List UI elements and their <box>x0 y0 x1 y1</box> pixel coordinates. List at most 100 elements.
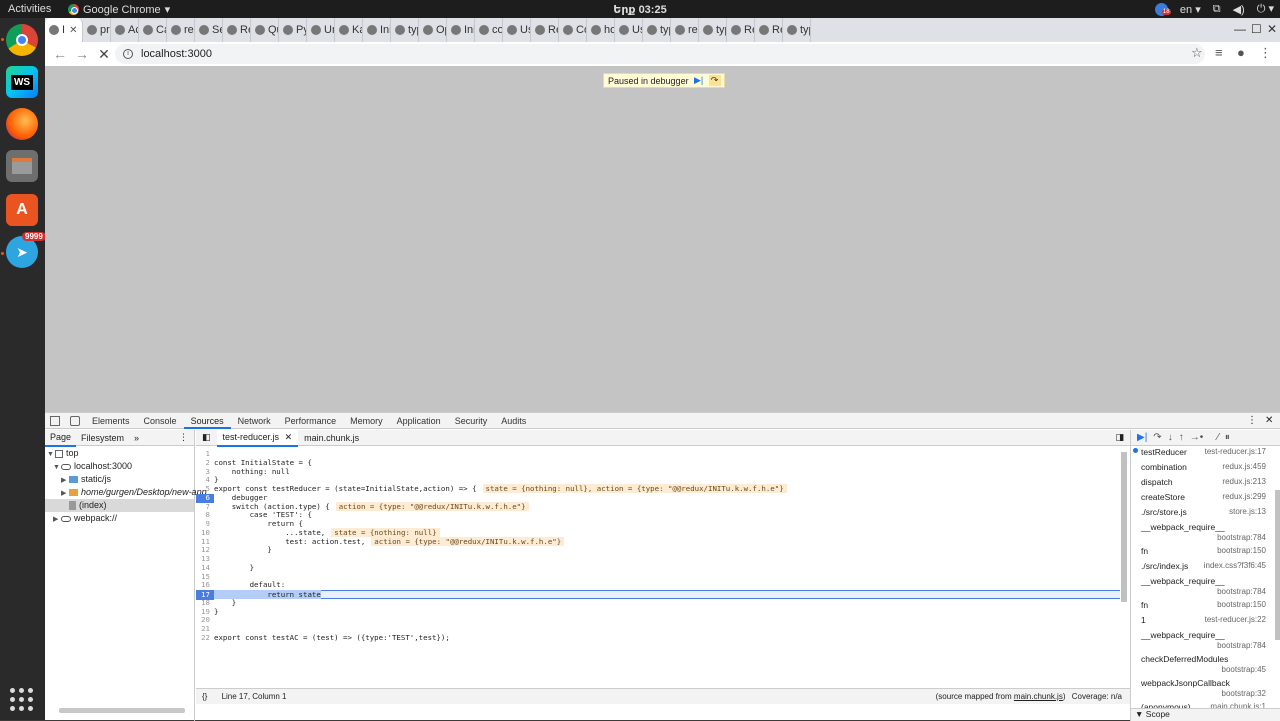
call-frame-location[interactable]: bootstrap:150 <box>1217 600 1266 609</box>
code-line[interactable]: 16 default: <box>196 580 1120 590</box>
close-tab-icon[interactable]: ✕ <box>285 432 293 442</box>
code-line[interactable]: 22 export const testAC = (test) => ({type… <box>196 633 1120 643</box>
browser-tab[interactable]: con <box>475 18 503 42</box>
call-frame[interactable]: ./src/store.js store.js:13 <box>1131 506 1280 521</box>
deactivate-breakpoints-icon[interactable]: ⁄ <box>1217 432 1219 443</box>
call-frame-location[interactable]: bootstrap:784 <box>1217 587 1266 596</box>
browser-tab[interactable]: Red <box>727 18 755 42</box>
devtools-tab-elements[interactable]: Elements <box>85 413 137 429</box>
code-line[interactable]: 12 } <box>196 545 1120 555</box>
browser-tab[interactable]: typ <box>783 18 811 42</box>
browser-tab[interactable]: Red <box>531 18 559 42</box>
volume-icon[interactable]: ◀) <box>1233 3 1245 16</box>
telegram-icon[interactable]: ➤ 9999 <box>6 232 46 268</box>
call-frame[interactable]: dispatch redux.js:213 <box>1131 476 1280 491</box>
tree-item-static-js[interactable]: ▶ static/js <box>45 473 194 486</box>
call-frame[interactable]: testReducer test-reducer.js:17 <box>1131 446 1280 461</box>
browser-tab[interactable]: Red <box>755 18 783 42</box>
code-line[interactable]: 11 test: action.test, action = {type: "@@… <box>196 536 1120 547</box>
files-icon[interactable] <box>6 150 38 182</box>
resume-script-icon[interactable]: ▶| <box>1137 432 1147 443</box>
source-mapped-link[interactable]: main.chunk.js <box>1014 692 1063 701</box>
forward-button[interactable]: → <box>71 46 93 62</box>
call-frame-location[interactable]: bootstrap:784 <box>1217 533 1266 542</box>
devtools-tab-memory[interactable]: Memory <box>343 413 390 429</box>
code-line[interactable]: 5 export const testReducer = (state=Initi… <box>196 484 1120 494</box>
sidebar-scrollbar[interactable] <box>1275 490 1280 640</box>
call-frame-location[interactable]: test-reducer.js:17 <box>1205 447 1266 456</box>
call-frame[interactable]: checkDeferredModules bootstrap:45 <box>1131 653 1280 677</box>
call-frame[interactable]: combination redux.js:459 <box>1131 461 1280 476</box>
code-line[interactable]: 17 return state <box>196 590 1120 600</box>
code-line[interactable]: 18 } <box>196 598 1120 608</box>
devtools-tab-application[interactable]: Application <box>390 413 448 429</box>
line-number[interactable]: 22 <box>196 633 214 643</box>
call-frame-location[interactable]: bootstrap:784 <box>1217 641 1266 650</box>
call-frame-location[interactable]: bootstrap:32 <box>1222 689 1266 698</box>
browser-tab[interactable]: Init <box>447 18 475 42</box>
code-line[interactable]: 14 } <box>196 563 1120 573</box>
media-control-icon[interactable]: ≡ <box>1215 45 1223 60</box>
code-line[interactable]: 3 nothing: null <box>196 467 1120 477</box>
call-frame-location[interactable]: index.css?f3f6:45 <box>1204 561 1266 570</box>
call-frame[interactable]: __webpack_require__ bootstrap:784 <box>1131 575 1280 599</box>
pretty-print-icon[interactable]: {} <box>196 692 213 701</box>
power-icon[interactable]: ⏻ ▾ <box>1257 2 1274 16</box>
step-over-icon[interactable]: ↷ <box>1153 432 1161 443</box>
clock[interactable]: Երք 03:25 <box>613 3 666 16</box>
step-over-button[interactable]: ↷ <box>708 75 721 86</box>
code-lines[interactable]: 1 2 const InitialState = {3 nothing: null 4… <box>196 447 1130 705</box>
profile-avatar-icon[interactable]: ● <box>1237 45 1245 60</box>
tree-item-top[interactable]: ▼ top <box>45 447 194 460</box>
tree-item-local-folder[interactable]: ▶ home/gurgen/Desktop/new-app <box>45 486 207 499</box>
tree-item-origin[interactable]: ▼ localhost:3000 <box>45 460 194 473</box>
code-line[interactable]: 1 <box>196 449 1120 459</box>
software-center-icon[interactable]: A <box>6 194 38 226</box>
inspect-element-icon[interactable] <box>50 415 60 426</box>
file-tab-test-reducer[interactable]: test-reducer.js ✕ <box>216 428 299 447</box>
bookmark-star-icon[interactable]: ☆ <box>1191 45 1203 61</box>
notification-icon[interactable]: 18 <box>1154 2 1171 16</box>
system-tray[interactable]: 18 en ▾ ⧉ ◀) ⏻ ▾ <box>1154 2 1274 16</box>
chrome-menu-icon[interactable]: ⋮ <box>1259 45 1272 61</box>
browser-tab[interactable]: typ <box>699 18 727 42</box>
call-frame[interactable]: __webpack_require__ bootstrap:784 <box>1131 521 1280 545</box>
toggle-navigator-icon[interactable]: ◧ <box>196 432 217 443</box>
browser-tab[interactable]: Red <box>223 18 251 42</box>
browser-tab[interactable]: Set <box>195 18 223 42</box>
line-number[interactable]: 5 <box>196 484 214 494</box>
call-frame[interactable]: createStore redux.js:299 <box>1131 491 1280 506</box>
browser-tab[interactable]: Use <box>503 18 531 42</box>
stop-loading-button[interactable]: ✕ <box>93 46 115 63</box>
call-frame[interactable]: fn bootstrap:150 <box>1131 545 1280 560</box>
close-window-icon[interactable]: ✕ <box>1267 22 1277 36</box>
line-number[interactable]: 8 <box>196 510 214 520</box>
devtools-tab-console[interactable]: Console <box>137 413 184 429</box>
tab-filesystem[interactable]: Filesystem <box>76 430 129 446</box>
call-frame[interactable]: fn bootstrap:150 <box>1131 599 1280 614</box>
line-number[interactable]: 16 <box>196 580 214 590</box>
code-line[interactable]: 6 debugger <box>196 493 1120 503</box>
line-number[interactable]: 4 <box>196 475 214 485</box>
tree-item-index[interactable]: (index) <box>45 499 194 512</box>
devtools-menu-icon[interactable]: ⋮ <box>1247 415 1257 426</box>
devtools-tab-security[interactable]: Security <box>448 413 495 429</box>
toggle-debugger-icon[interactable]: ◨ <box>1115 432 1130 443</box>
code-line[interactable]: 2 const InitialState = { <box>196 458 1120 468</box>
call-frame[interactable]: webpackJsonpCallback bootstrap:32 <box>1131 677 1280 701</box>
breakpoint-line-number[interactable]: 6 <box>196 493 214 503</box>
devtools-tab-audits[interactable]: Audits <box>494 413 533 429</box>
code-line[interactable]: 8 case 'TEST': { <box>196 510 1120 520</box>
resume-button[interactable]: ▶| <box>693 75 705 86</box>
call-frame-location[interactable]: bootstrap:45 <box>1222 665 1266 674</box>
code-line[interactable]: 7 switch (action.type) {action = {type: … <box>196 501 1120 512</box>
devtools-tab-performance[interactable]: Performance <box>278 413 344 429</box>
file-tab-main-chunk[interactable]: main.chunk.js <box>298 430 365 446</box>
step-into-icon[interactable]: ↓ <box>1168 432 1173 443</box>
call-frame[interactable]: 1 test-reducer.js:22 <box>1131 614 1280 629</box>
navigator-scrollbar[interactable] <box>59 708 185 713</box>
editor-scrollbar[interactable] <box>1121 452 1127 602</box>
line-number[interactable]: 3 <box>196 467 214 477</box>
code-line[interactable]: 19} <box>196 607 1120 617</box>
browser-tab[interactable]: pro <box>83 18 111 42</box>
